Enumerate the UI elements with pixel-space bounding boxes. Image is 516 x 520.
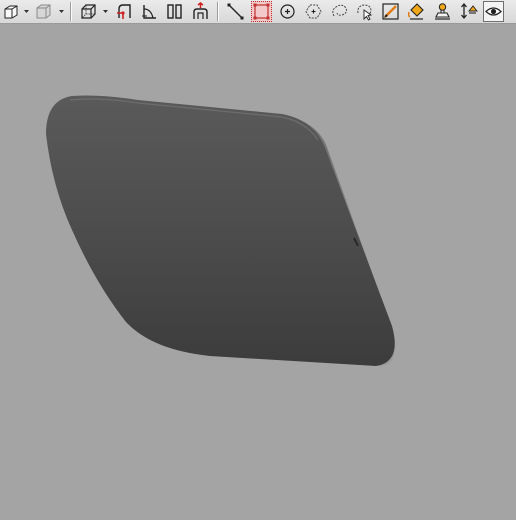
move-updown-icon[interactable] (458, 1, 479, 22)
stamp-tool-icon[interactable] (432, 1, 453, 22)
snap-corner-icon[interactable] (114, 1, 135, 22)
pick-cursor-icon[interactable] (354, 1, 375, 22)
edit-pencil-icon[interactable] (380, 1, 401, 22)
pedestrian-icon[interactable] (190, 1, 211, 22)
split-view-icon[interactable] (164, 1, 185, 22)
pick-point-icon[interactable] (277, 1, 298, 22)
visibility-eye-icon[interactable] (483, 1, 504, 22)
view-shaded-icon[interactable] (33, 1, 54, 22)
pick-hexagon-icon[interactable] (303, 1, 324, 22)
shaded-model[interactable] (0, 24, 516, 516)
line-tool-icon[interactable] (225, 1, 246, 22)
3d-viewport[interactable] (0, 24, 516, 516)
bounding-box-icon[interactable] (78, 1, 99, 22)
toolbar-separator (70, 2, 72, 21)
fill-bucket-icon[interactable] (406, 1, 427, 22)
select-rect-icon[interactable] (251, 1, 272, 22)
model-surface (46, 95, 395, 366)
view-cube-dropdown-icon[interactable] (24, 9, 30, 15)
pick-lasso-icon[interactable] (329, 1, 350, 22)
view-shaded-dropdown-icon[interactable] (59, 9, 65, 15)
toolbar-separator (217, 2, 219, 21)
view-cube-icon[interactable] (1, 1, 22, 22)
toolbar (0, 0, 516, 24)
bounding-box-dropdown-icon[interactable] (103, 9, 109, 15)
corner-measure-icon[interactable] (139, 1, 160, 22)
